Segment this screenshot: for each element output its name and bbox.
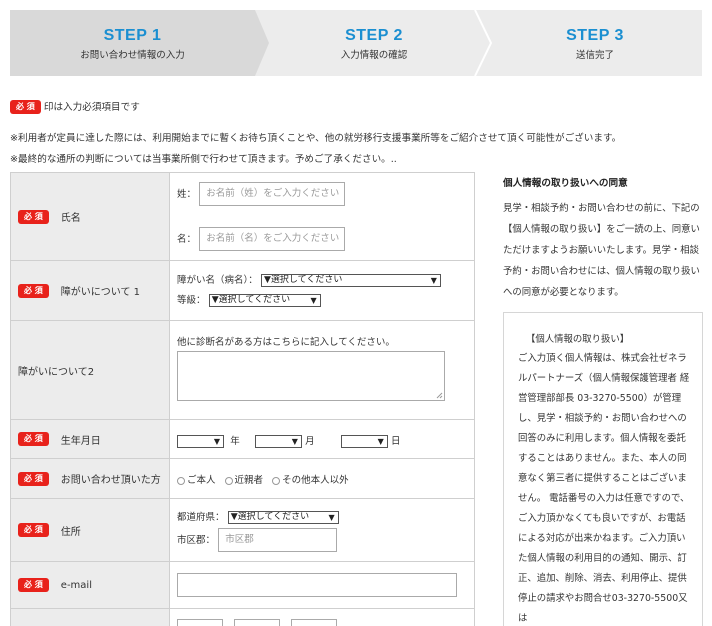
- mei-input[interactable]: お名前（名）をご入力ください: [199, 227, 346, 251]
- inquirer-cell: ご本人 近親者 その他本人以外: [170, 459, 474, 498]
- radio-other-label: その他本人以外: [282, 475, 349, 486]
- disability2-instruction: 他に診断名がある方はこちらに記入してください。: [177, 337, 395, 348]
- form-row-disability-2: 障がいについて2 他に診断名がある方はこちらに記入してください。: [10, 321, 475, 420]
- prefecture-label: 都道府県：: [177, 512, 225, 523]
- form-row-birthdate: 必 須 生年月日 ▼ 年 ▼ 月 ▼ 日: [10, 420, 475, 459]
- chevron-down-icon: ▼: [310, 295, 317, 305]
- day-suffix: 日: [390, 436, 401, 447]
- sei-label: 姓：: [177, 189, 197, 200]
- month-suffix: 月: [305, 436, 315, 447]
- inquirer-label: お問い合わせ頂いた方: [60, 475, 161, 486]
- disability2-label: 障がいについて2: [18, 366, 95, 378]
- email-label: e-mail: [60, 579, 92, 591]
- form-row-disability-1: 必 須 障がいについて 1 障がい名（病名）： ▼選択してください ▼ 等級： ▼…: [10, 261, 475, 321]
- step-1: STEP 1 お問い合わせ情報の入力: [10, 10, 255, 76]
- required-badge: 必 須: [18, 471, 49, 486]
- step-progress: STEP 1 お問い合わせ情報の入力 STEP 2 入力情報の確認 STEP 3…: [10, 10, 702, 76]
- inquirer-header: 必 須 お問い合わせ頂いた方: [11, 459, 170, 498]
- city-label: 市区郡：: [177, 535, 216, 546]
- privacy-title: 個人情報の取り扱いへの同意: [503, 178, 628, 189]
- name-cell: 姓： お名前（姓）をご入力ください 名： お名前（名）をご入力ください: [170, 173, 474, 260]
- radio-icon: [177, 476, 185, 485]
- disability2-cell: 他に診断名がある方はこちらに記入してください。: [170, 321, 474, 419]
- resize-handle-icon[interactable]: [436, 392, 443, 399]
- address-label: 住所: [60, 526, 81, 538]
- privacy-box-text: ご入力頂く個人情報は、株式会社ゼネラルパートナーズ（個人情報保護管理者 経営管理…: [518, 353, 690, 624]
- chevron-down-icon: ▼: [328, 512, 335, 522]
- chevron-down-icon: ▼: [291, 436, 298, 446]
- required-legend-text: 印は入力必須項目です: [43, 102, 140, 113]
- privacy-intro: 見学・相談予約・お問い合わせの前に、下記の【個人情報の取り扱い】をご一読の上、同…: [503, 203, 700, 298]
- disability1-cell: 障がい名（病名）： ▼選択してください ▼ 等級： ▼選択してください ▼: [170, 261, 474, 320]
- privacy-policy-box[interactable]: 【個人情報の取り扱い】 ご入力頂く個人情報は、株式会社ゼネラルパートナーズ（個人…: [503, 312, 703, 626]
- form-row-name: 必 須 氏名 姓： お名前（姓）をご入力ください 名： お名前（名）をご入力くだ…: [10, 173, 475, 261]
- sei-input[interactable]: お名前（姓）をご入力ください: [199, 182, 346, 206]
- disability-name-select[interactable]: ▼選択してください ▼: [260, 273, 441, 287]
- form-row-email: 必 須 e-mail: [10, 562, 475, 609]
- radio-relative-label: 近親者: [234, 475, 264, 486]
- city-input[interactable]: 市区郡: [218, 528, 338, 552]
- birthdate-cell: ▼ 年 ▼ 月 ▼ 日: [170, 420, 474, 458]
- mei-label: 名：: [177, 234, 197, 245]
- step-2: STEP 2 入力情報の確認: [270, 10, 478, 76]
- address-cell: 都道府県： ▼選択してください ▼ 市区郡： 市区郡: [170, 499, 474, 561]
- required-badge: 必 須: [10, 100, 41, 114]
- step-2-label: 入力情報の確認: [340, 50, 408, 61]
- name-header: 必 須 氏名: [11, 173, 170, 260]
- step-2-number: STEP 2: [345, 27, 403, 44]
- phone-input-2[interactable]: [234, 619, 281, 626]
- disability1-label: 障がいについて 1: [60, 287, 141, 298]
- form-row-inquirer: 必 須 お問い合わせ頂いた方 ご本人 近親者 その他本人以外: [10, 459, 475, 499]
- birthdate-header: 必 須 生年月日: [11, 420, 170, 458]
- step-3-label: 送信完了: [575, 50, 614, 61]
- disability2-textarea[interactable]: [177, 351, 445, 401]
- disability2-header: 障がいについて2: [11, 321, 170, 419]
- year-suffix: 年: [230, 436, 240, 447]
- step-3: STEP 3 送信完了: [488, 10, 702, 76]
- chevron-down-icon: ▼: [430, 275, 437, 285]
- phone-input-3[interactable]: [291, 619, 338, 626]
- privacy-box-title: 【個人情報の取り扱い】: [526, 334, 630, 345]
- required-badge: 必 須: [18, 432, 49, 446]
- radio-icon: [224, 476, 233, 485]
- radio-self-label: ご本人: [187, 475, 216, 486]
- step-3-number: STEP 3: [566, 27, 624, 44]
- birth-year-select[interactable]: ▼: [177, 434, 224, 448]
- grade-label: 等級：: [177, 295, 206, 306]
- email-input[interactable]: [177, 573, 457, 597]
- radio-relative[interactable]: 近親者: [224, 475, 264, 486]
- phone-input-1[interactable]: [177, 619, 223, 626]
- required-badge: 必 須: [18, 209, 49, 224]
- name-label: 氏名: [60, 213, 81, 224]
- form-row-address: 必 須 住所 都道府県： ▼選択してください ▼ 市区郡： 市区郡: [10, 499, 475, 562]
- address-header: 必 須 住所: [11, 499, 170, 561]
- chevron-down-icon: ▼: [377, 436, 384, 446]
- birth-day-select[interactable]: ▼: [340, 434, 388, 448]
- radio-other[interactable]: その他本人以外: [272, 475, 349, 486]
- step-1-number: STEP 1: [103, 27, 162, 44]
- note-line-2: ※最終的な通所の判断については当事業所側で行わせて頂きます。予めご了承ください。…: [10, 154, 397, 165]
- step-1-label: お問い合わせ情報の入力: [80, 50, 185, 61]
- radio-self[interactable]: ご本人: [177, 475, 216, 486]
- required-badge: 必 須: [18, 283, 49, 298]
- next-row-cell: [170, 609, 474, 626]
- chevron-down-icon: ▼: [213, 436, 220, 446]
- next-row-header: [11, 609, 170, 626]
- step-1-arrow: [255, 10, 269, 76]
- grade-select[interactable]: ▼選択してください ▼: [208, 293, 321, 307]
- birthdate-label: 生年月日: [60, 435, 101, 447]
- disability-name-label: 障がい名（病名）：: [177, 275, 258, 286]
- disability1-header: 必 須 障がいについて 1: [11, 261, 170, 320]
- form-row-next: [10, 609, 475, 626]
- note-line-1: ※利用者が定員に達した際には、利用開始までに暫くお待ち頂くことや、他の就労移行支…: [10, 133, 622, 144]
- required-badge: 必 須: [18, 578, 49, 592]
- inquiry-form: 必 須 氏名 姓： お名前（姓）をご入力ください 名： お名前（名）をご入力くだ…: [10, 172, 475, 626]
- prefecture-select[interactable]: ▼選択してください ▼: [227, 510, 339, 524]
- required-legend: 必 須 印は入力必須項目です: [10, 99, 140, 114]
- radio-icon: [272, 476, 281, 485]
- email-header: 必 須 e-mail: [11, 562, 170, 608]
- email-cell: [170, 562, 474, 608]
- required-badge: 必 須: [18, 523, 49, 537]
- birth-month-select[interactable]: ▼: [254, 434, 302, 448]
